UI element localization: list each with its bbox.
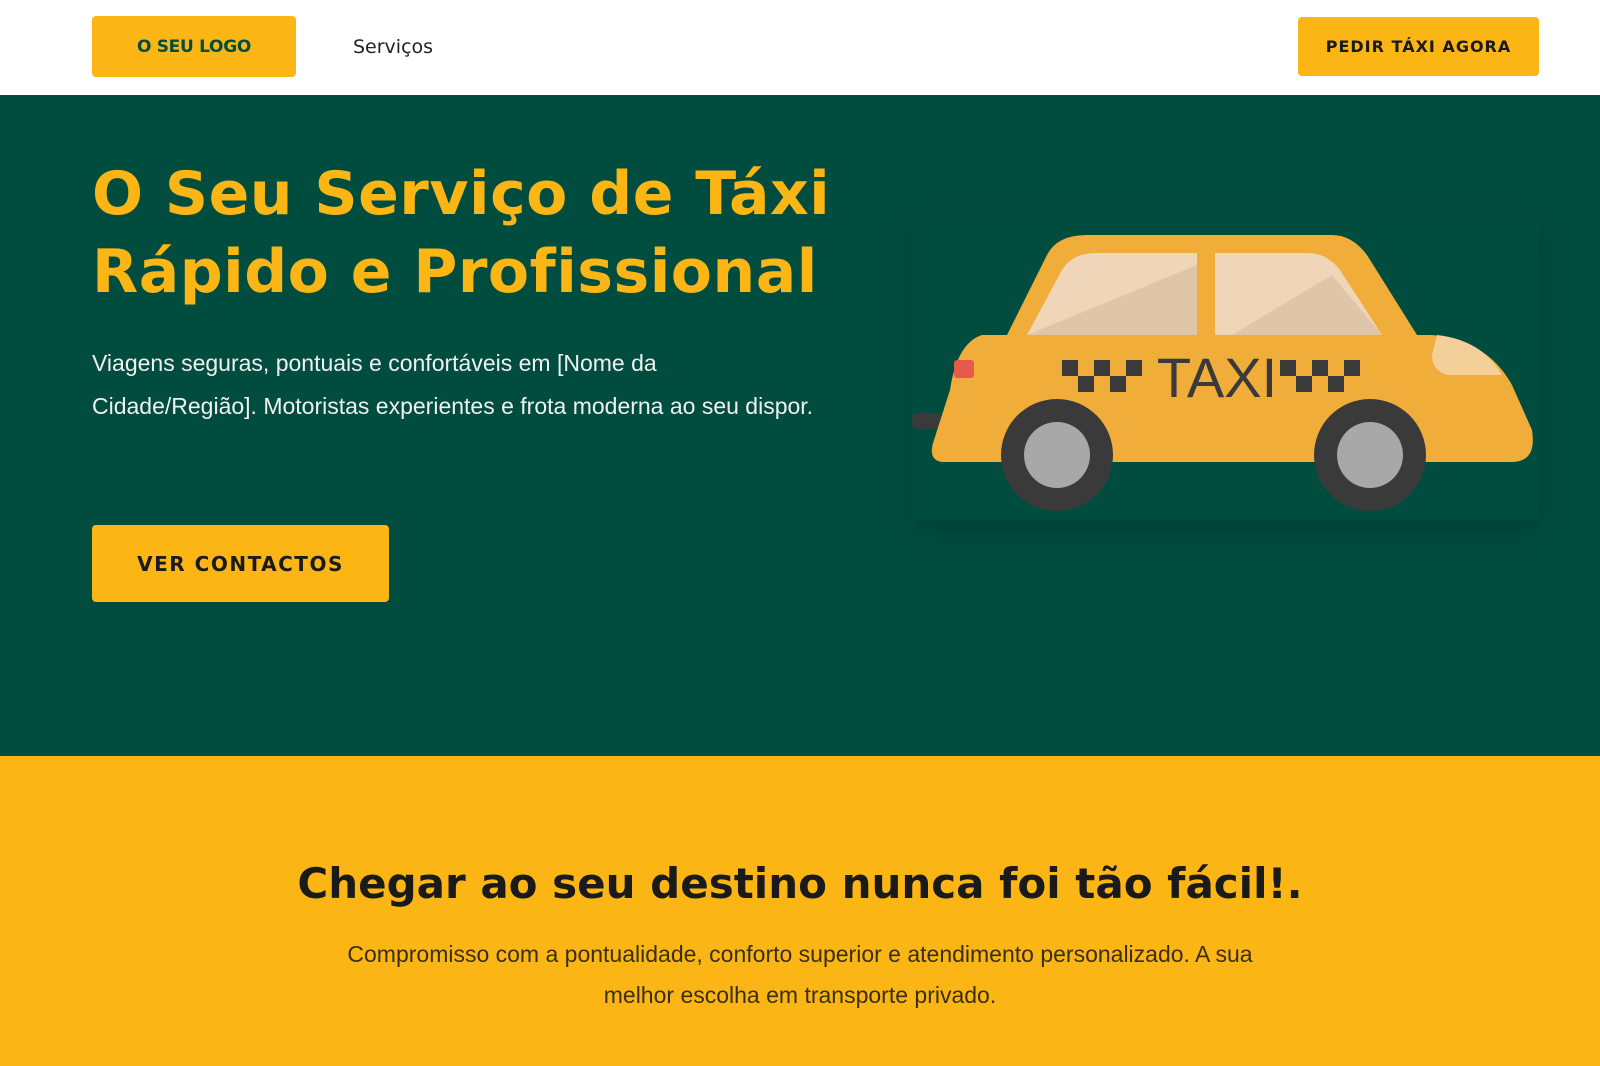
logo[interactable]: O SEU LOGO: [92, 16, 296, 77]
hero-description: Viagens seguras, pontuais e confortáveis…: [92, 350, 814, 419]
nav-link-services[interactable]: Serviços: [353, 32, 433, 62]
band-description: Compromisso com a pontualidade, conforto…: [347, 941, 1253, 1008]
hero-section: O Seu Serviço de Táxi Rápido e Profissio…: [0, 95, 1600, 756]
hero-title: O Seu Serviço de Táxi Rápido e Profissio…: [92, 155, 852, 311]
hero-title-line-1: O Seu Serviço de Táxi: [92, 159, 831, 229]
hero-title-line-2: Rápido e Profissional: [92, 237, 818, 307]
highlight-band: Chegar ao seu destino nunca foi tão fáci…: [0, 756, 1600, 1066]
order-taxi-button[interactable]: PEDIR TÁXI AGORA: [1298, 17, 1539, 76]
view-contacts-button[interactable]: VER CONTACTOS: [92, 525, 389, 602]
band-title: Chegar ao seu destino nunca foi tão fáci…: [297, 859, 1303, 908]
site-header: O SEU LOGO Serviços PEDIR TÁXI AGORA: [0, 0, 1600, 95]
taxi-illustration-card: TAXI: [912, 215, 1539, 520]
taxi-icon: TAXI: [912, 235, 1533, 511]
taxi-sign-text: TAXI: [1157, 346, 1277, 409]
